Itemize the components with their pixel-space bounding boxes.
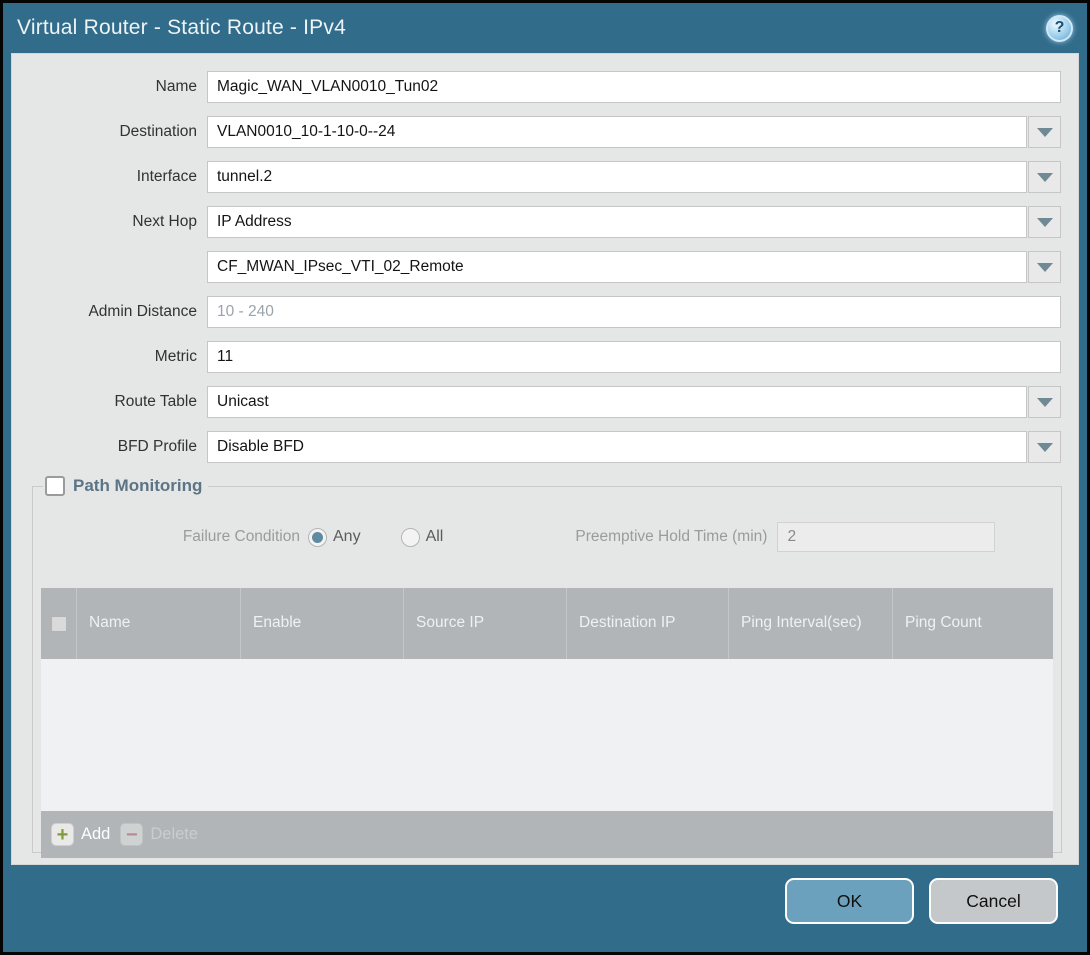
table-header-row: Name Enable Source IP Destination IP Pin… xyxy=(41,588,1053,659)
path-monitoring-section: Path Monitoring Failure Condition Any Al… xyxy=(32,476,1062,853)
route-table-input[interactable] xyxy=(207,386,1027,418)
next-hop-address-dropdown-button[interactable] xyxy=(1028,251,1061,283)
header-select-all xyxy=(41,588,76,659)
path-monitoring-legend: Path Monitoring xyxy=(43,476,208,496)
destination-input[interactable] xyxy=(207,116,1027,148)
chevron-down-icon xyxy=(1037,443,1053,452)
radio-all-label: All xyxy=(426,528,444,546)
admin-distance-label: Admin Distance xyxy=(12,303,207,321)
help-icon[interactable]: ? xyxy=(1046,15,1073,42)
chevron-down-icon xyxy=(1037,218,1053,227)
failure-condition-any-option: Any xyxy=(308,528,401,547)
next-hop-dropdown-button[interactable] xyxy=(1028,206,1061,238)
dialog-title: Virtual Router - Static Route - IPv4 xyxy=(17,16,346,40)
interface-dropdown-button[interactable] xyxy=(1028,161,1061,193)
next-hop-label: Next Hop xyxy=(12,213,207,231)
path-monitoring-checkbox[interactable] xyxy=(45,476,65,496)
chevron-down-icon xyxy=(1037,128,1053,137)
row-next-hop: Next Hop xyxy=(12,206,1061,238)
interface-label: Interface xyxy=(12,168,207,186)
select-all-checkbox xyxy=(51,616,67,632)
chevron-down-icon xyxy=(1037,173,1053,182)
column-header-destination-ip: Destination IP xyxy=(566,588,728,659)
preemptive-hold-time-input xyxy=(777,522,995,552)
bfd-profile-label: BFD Profile xyxy=(12,438,207,456)
row-destination: Destination xyxy=(12,116,1061,148)
dialog-titlebar: Virtual Router - Static Route - IPv4 ? xyxy=(3,3,1087,53)
next-hop-type-input[interactable] xyxy=(207,206,1027,238)
interface-input[interactable] xyxy=(207,161,1027,193)
failure-condition-label: Failure Condition xyxy=(41,528,308,546)
dialog-footer: OK Cancel xyxy=(3,865,1087,952)
metric-label: Metric xyxy=(12,348,207,366)
row-name: Name xyxy=(12,71,1061,103)
destination-dropdown-button[interactable] xyxy=(1028,116,1061,148)
next-hop-address-input[interactable] xyxy=(207,251,1027,283)
delete-button: − Delete xyxy=(120,823,198,846)
chevron-down-icon xyxy=(1037,263,1053,272)
row-route-table: Route Table xyxy=(12,386,1061,418)
path-monitoring-controls: Failure Condition Any All Preemptive Hol… xyxy=(41,520,1053,554)
delete-button-label: Delete xyxy=(150,825,198,844)
radio-any-label: Any xyxy=(333,528,361,546)
plus-icon: + xyxy=(51,823,74,846)
failure-condition-all-option: All xyxy=(401,528,484,547)
name-label: Name xyxy=(12,78,207,96)
table-toolbar: + Add − Delete xyxy=(41,811,1053,858)
column-header-enable: Enable xyxy=(240,588,403,659)
chevron-down-icon xyxy=(1037,398,1053,407)
add-button[interactable]: + Add xyxy=(51,823,110,846)
admin-distance-input[interactable] xyxy=(207,296,1061,328)
static-route-form: Name Destination Interface xyxy=(12,54,1078,463)
column-header-name: Name xyxy=(76,588,240,659)
name-input[interactable] xyxy=(207,71,1061,103)
ok-button[interactable]: OK xyxy=(785,878,914,924)
metric-input[interactable] xyxy=(207,341,1061,373)
row-bfd-profile: BFD Profile xyxy=(12,431,1061,463)
row-admin-distance: Admin Distance xyxy=(12,296,1061,328)
static-route-dialog: Virtual Router - Static Route - IPv4 ? N… xyxy=(0,0,1090,955)
dialog-body: Name Destination Interface xyxy=(11,53,1079,865)
bfd-profile-dropdown-button[interactable] xyxy=(1028,431,1061,463)
column-header-source-ip: Source IP xyxy=(403,588,566,659)
cancel-button[interactable]: Cancel xyxy=(929,878,1058,924)
add-button-label: Add xyxy=(81,825,110,844)
radio-all xyxy=(401,528,420,547)
column-header-ping-interval: Ping Interval(sec) xyxy=(728,588,892,659)
destination-label: Destination xyxy=(12,123,207,141)
route-table-dropdown-button[interactable] xyxy=(1028,386,1061,418)
column-header-ping-count: Ping Count xyxy=(892,588,1053,659)
bfd-profile-input[interactable] xyxy=(207,431,1027,463)
route-table-label: Route Table xyxy=(12,393,207,411)
minus-icon: − xyxy=(120,823,143,846)
preemptive-hold-time-label: Preemptive Hold Time (min) xyxy=(575,528,767,546)
row-interface: Interface xyxy=(12,161,1061,193)
table-body-empty xyxy=(41,659,1053,811)
row-next-hop-address xyxy=(12,251,1061,283)
radio-any xyxy=(308,528,327,547)
row-metric: Metric xyxy=(12,341,1061,373)
path-monitoring-table: Name Enable Source IP Destination IP Pin… xyxy=(41,588,1053,858)
path-monitoring-title: Path Monitoring xyxy=(73,476,202,496)
